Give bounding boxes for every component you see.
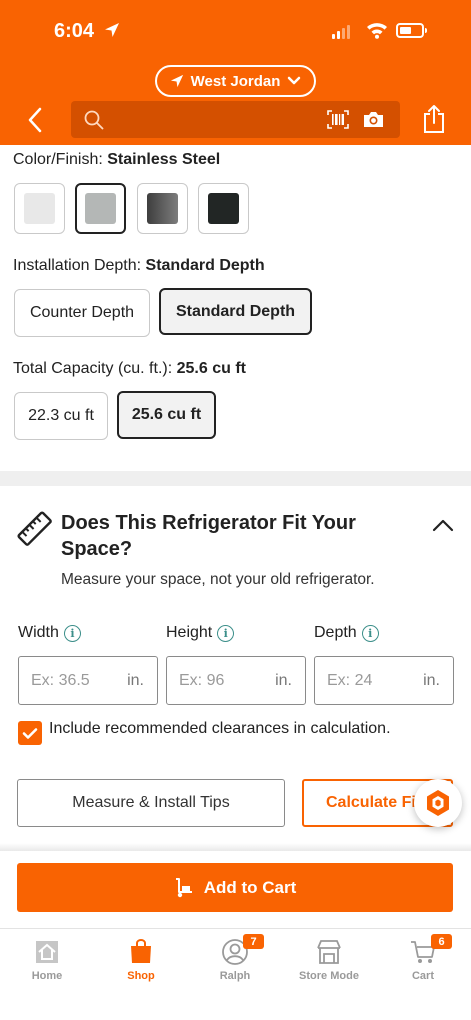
tab-label: Store Mode [299,970,359,982]
swatch-white[interactable] [14,183,65,234]
ruler-icon [17,511,52,546]
total-capacity-label-text: Total Capacity (cu. ft.): [13,360,177,377]
cellular-signal-icon [332,25,350,39]
search-icon [84,110,104,130]
height-label-text: Height [166,624,213,641]
swatch-chip [85,193,116,224]
height-input[interactable] [179,669,264,693]
assistant-hexagon-icon [427,790,449,816]
color-finish-label: Color/Finish: Stainless Steel [13,151,220,169]
total-capacity-label: Total Capacity (cu. ft.): 25.6 cu ft [13,360,246,378]
add-to-cart-button[interactable]: Add to Cart [17,863,453,912]
width-input[interactable] [31,669,116,693]
height-unit: in. [275,672,292,689]
sticky-footer-shadow [0,843,471,851]
hand-truck-icon [175,877,192,897]
tab-home[interactable]: Home [0,937,94,982]
swatch-chip [208,193,239,224]
tab-shop[interactable]: Shop [94,937,188,982]
tab-label: Home [31,970,63,982]
cart-count-badge: 6 [431,934,452,949]
measure-install-tips-button[interactable]: Measure & Install Tips [17,779,285,827]
width-label-text: Width [18,624,59,641]
info-icon[interactable]: i [63,624,81,642]
chevron-down-icon [288,76,301,85]
location-services-icon [105,23,119,37]
add-to-cart-label: Add to Cart [203,877,297,897]
capacity-option-22-3[interactable]: 22.3 cu ft [14,392,108,440]
bottom-tab-bar: Home Shop 7 Ralph Store Mode 6 Cart [0,928,471,1020]
back-button[interactable] [20,104,50,136]
clearances-checkbox[interactable] [18,721,42,745]
info-icon[interactable]: i [361,624,379,642]
wifi-icon [367,23,387,39]
installation-depth-label-text: Installation Depth: [13,257,146,274]
installation-depth-value: Standard Depth [145,257,265,274]
checkmark-icon [22,727,38,739]
width-unit: in. [127,672,144,689]
search-input[interactable] [111,107,311,132]
width-label: Width i [18,624,81,642]
color-finish-value: Stainless Steel [107,151,221,168]
swatch-black-stainless[interactable] [137,183,188,234]
tab-cart[interactable]: 6 Cart [376,934,470,982]
tab-label: Shop [127,970,155,982]
tab-label: Cart [411,970,434,982]
store-icon [317,940,341,964]
notification-badge: 7 [243,934,264,949]
depth-option-standard[interactable]: Standard Depth [159,288,312,335]
swatch-stainless-steel[interactable] [75,183,126,234]
depth-input[interactable] [327,669,412,693]
home-icon [36,941,58,963]
location-arrow-icon [170,74,183,88]
tab-store-mode[interactable]: Store Mode [282,937,376,982]
tab-label: Ralph [219,970,251,982]
swatch-chip [147,193,178,224]
battery-icon [396,23,427,38]
total-capacity-value: 25.6 cu ft [176,360,246,377]
chevron-left-icon [28,107,42,133]
capacity-option-25-6[interactable]: 25.6 cu ft [117,391,216,439]
search-bar[interactable] [71,101,400,138]
info-icon[interactable]: i [217,624,235,642]
height-label: Height i [166,624,235,642]
tab-ralph[interactable]: 7 Ralph [188,934,282,982]
installation-depth-label: Installation Depth: Standard Depth [13,257,265,275]
width-field[interactable]: in. [18,656,158,705]
camera-icon[interactable] [363,111,384,128]
share-icon[interactable] [422,104,446,134]
store-name: West Jordan [190,72,281,90]
height-field[interactable]: in. [166,656,306,705]
shop-bag-icon [131,939,151,963]
depth-unit: in. [423,672,440,689]
depth-option-counter[interactable]: Counter Depth [14,289,150,337]
status-time: 6:04 [54,20,95,42]
depth-field[interactable]: in. [314,656,454,705]
swatch-black[interactable] [198,183,249,234]
fit-section-subtitle: Measure your space, not your old refrige… [61,571,375,588]
barcode-scanner-icon[interactable] [327,110,349,129]
calculate-fit-label: Calculate Fit [326,794,422,811]
swatch-chip [24,193,55,224]
chat-assistant-button[interactable] [414,779,462,827]
store-selector[interactable]: West Jordan [155,65,316,97]
color-finish-label-text: Color/Finish: [13,151,108,168]
depth-label-text: Depth [314,624,357,641]
chevron-up-icon[interactable] [432,518,454,532]
depth-label: Depth i [314,624,379,642]
clearances-label: Include recommended clearances in calcul… [49,720,391,737]
app-header: 6:04 West Jordan [0,0,471,145]
section-divider [0,471,471,486]
fit-section-title: Does This Refrigerator Fit Your Space? [61,512,356,560]
